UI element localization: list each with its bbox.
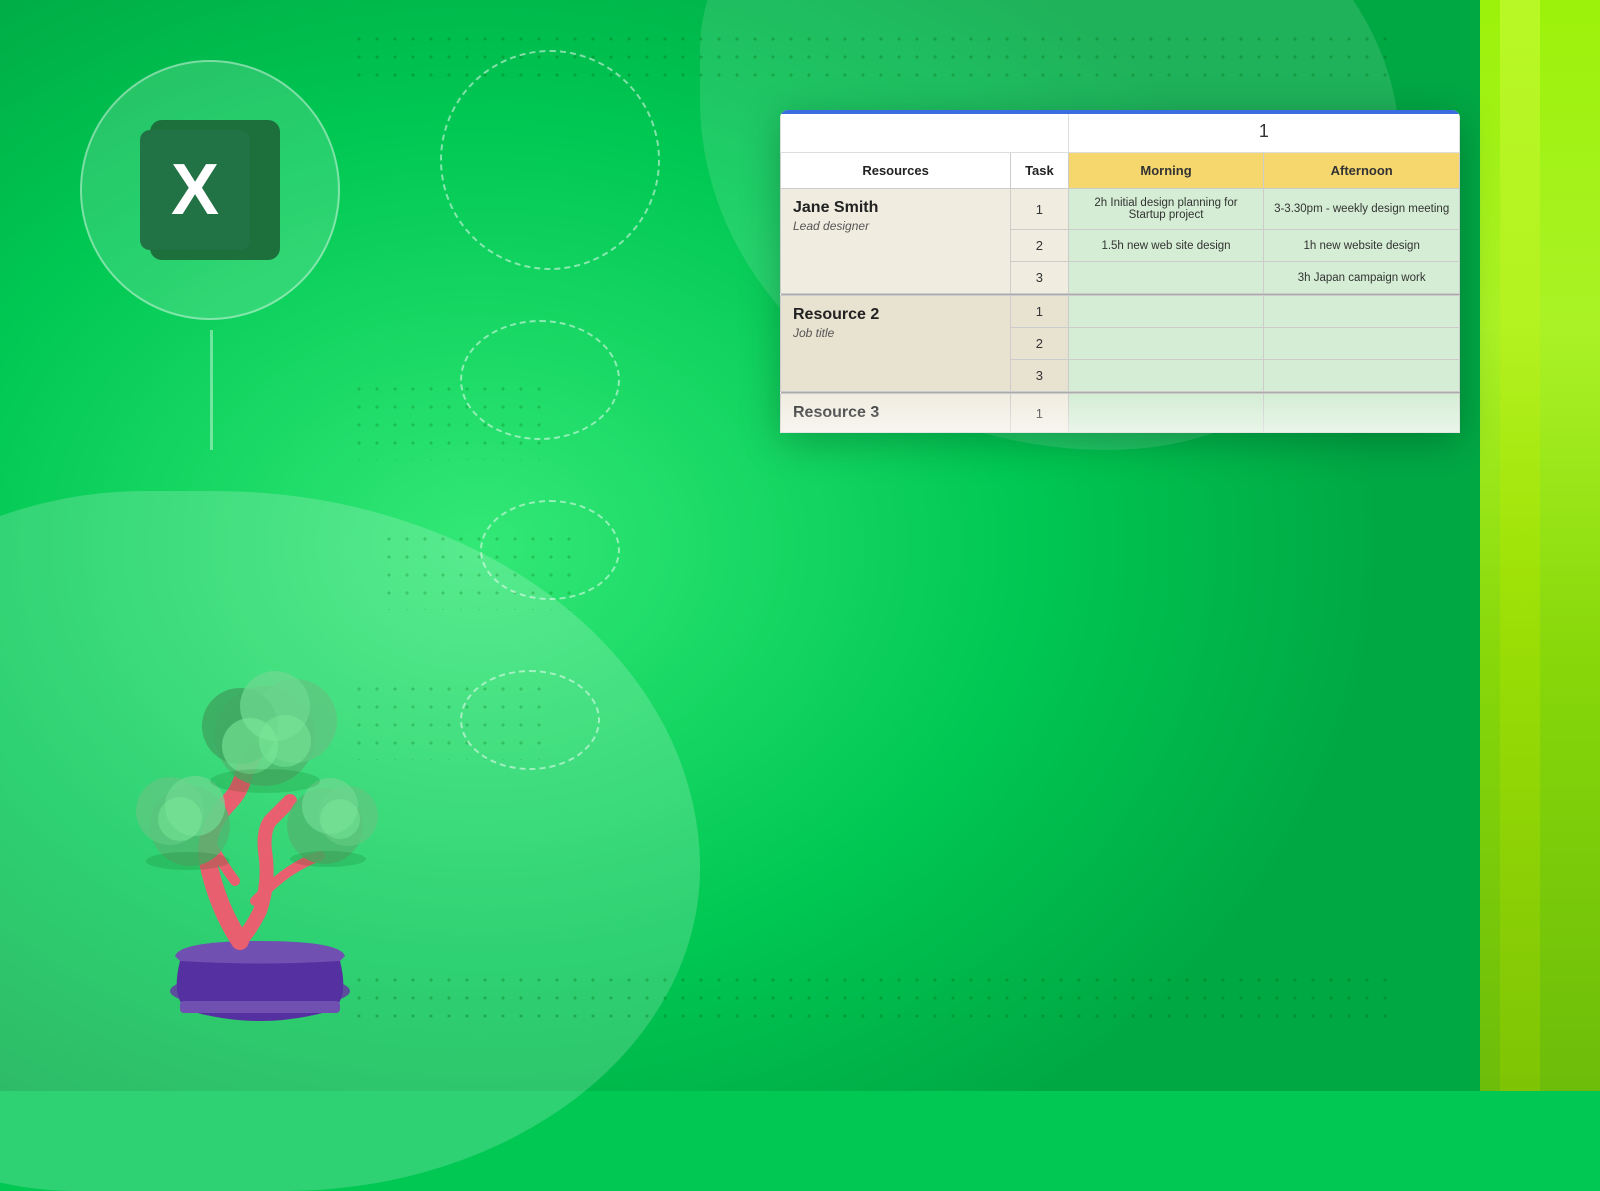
bonsai-illustration <box>80 571 440 1031</box>
task-number-cell: 1 <box>1011 394 1069 433</box>
empty-header-cell <box>781 111 1069 153</box>
afternoon-cell: 3-3.30pm - weekly design meeting <box>1264 189 1460 230</box>
table-body: Jane SmithLead designer12h Initial desig… <box>781 189 1460 433</box>
accent-stripe-2 <box>1500 0 1540 1091</box>
afternoon-cell <box>1264 394 1460 433</box>
task-number-cell: 3 <box>1011 360 1069 392</box>
excel-icon-front: X <box>140 130 250 250</box>
morning-cell: 1.5h new web site design <box>1068 230 1264 262</box>
resource-name-cell: Resource 2 Job title <box>781 296 1011 392</box>
task-number-cell: 1 <box>1011 296 1069 328</box>
excel-icon-container: X <box>80 60 340 320</box>
dashed-circle-2 <box>460 320 620 440</box>
morning-cell <box>1068 296 1264 328</box>
task-header: Task <box>1011 153 1069 189</box>
afternoon-cell <box>1264 328 1460 360</box>
spreadsheet: 1 Resources Task Morning Afternoon Jane … <box>780 110 1460 433</box>
afternoon-cell: 3h Japan campaign work <box>1264 262 1460 294</box>
resource-name: Jane Smith <box>793 199 998 217</box>
afternoon-header: Afternoon <box>1264 153 1460 189</box>
table-row: Jane Smith Lead designer 12h Initial desig… <box>781 189 1460 230</box>
morning-cell: 2h Initial design planning for Startup p… <box>1068 189 1264 230</box>
resource-title: Lead designer <box>793 219 998 233</box>
table-row: Resource 3 1 <box>781 394 1460 433</box>
resources-header: Resources <box>781 153 1011 189</box>
task-number-cell: 3 <box>1011 262 1069 294</box>
resource-name-cell: Resource 3 <box>781 394 1011 433</box>
accent-stripe-1 <box>1480 0 1600 1091</box>
dashed-circle-3 <box>480 500 620 600</box>
column-header-row: Resources Task Morning Afternoon <box>781 153 1460 189</box>
dots-pattern-bottom <box>350 971 1400 1031</box>
afternoon-cell <box>1264 296 1460 328</box>
day-number-cell: 1 <box>1068 111 1459 153</box>
morning-cell <box>1068 328 1264 360</box>
task-number-cell: 2 <box>1011 230 1069 262</box>
resource-name: Resource 3 <box>793 404 998 422</box>
day-blue-bar <box>1069 111 1459 114</box>
resource-name: Resource 2 <box>793 306 998 324</box>
resource-title: Job title <box>793 326 998 340</box>
morning-header: Morning <box>1068 153 1264 189</box>
dashed-circle-4 <box>460 670 600 770</box>
morning-cell <box>1068 262 1264 294</box>
table-row: Resource 2Job title1 <box>781 296 1460 328</box>
afternoon-cell: 1h new website design <box>1264 230 1460 262</box>
excel-icon: X <box>130 110 290 270</box>
excel-letter: X <box>171 154 219 226</box>
resource-name-cell: Jane Smith Lead designer <box>781 189 1011 294</box>
connector-line <box>210 330 213 450</box>
day-number: 1 <box>1259 121 1269 141</box>
morning-cell <box>1068 360 1264 392</box>
task-number-cell: 1 <box>1011 189 1069 230</box>
day-header-row: 1 <box>781 111 1460 153</box>
morning-cell <box>1068 394 1264 433</box>
schedule-table: 1 Resources Task Morning Afternoon Jane … <box>780 110 1460 433</box>
dashed-circle-1 <box>440 50 660 270</box>
task-number-cell: 2 <box>1011 328 1069 360</box>
afternoon-cell <box>1264 360 1460 392</box>
